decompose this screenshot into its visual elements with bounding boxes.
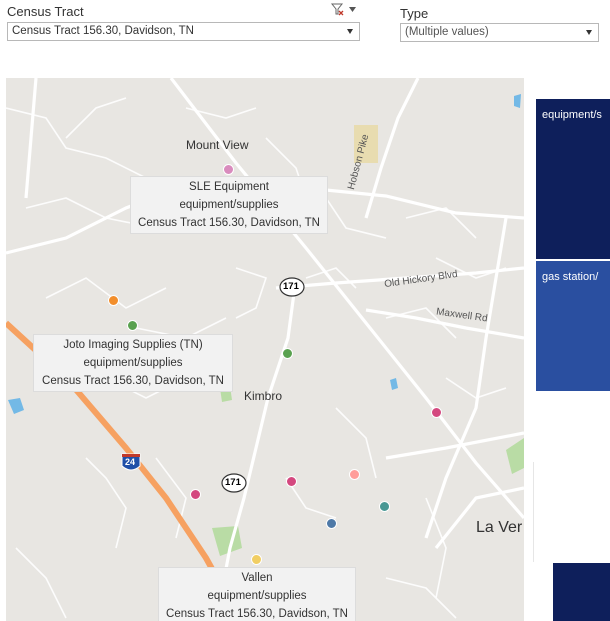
map-marker[interactable] <box>431 407 442 418</box>
map-marker[interactable] <box>190 489 201 500</box>
tooltip-type: equipment/supplies <box>83 357 183 369</box>
route-171-shield-label: 171 <box>283 281 299 292</box>
type-block-equipment[interactable]: equipment/s <box>536 99 610 259</box>
interstate-24-shield-label: 24 <box>125 457 136 467</box>
place-label-la-ver: La Ver <box>476 519 523 536</box>
road <box>424 217 508 539</box>
type-block[interactable] <box>553 563 610 621</box>
map-view[interactable]: 171 171 24 Mount View Kimbro La Ver Hobs… <box>6 78 524 621</box>
route-171-shield-label: 171 <box>225 477 241 488</box>
map-marker[interactable] <box>127 320 138 331</box>
road <box>434 486 524 549</box>
tooltip-tract: Census Tract 156.30, Davidson, TN <box>166 608 348 620</box>
map-tooltip: Joto Imaging Supplies (TN) equipment/sup… <box>33 334 233 392</box>
tooltip-tract: Census Tract 156.30, Davidson, TN <box>138 217 320 229</box>
road <box>24 78 38 199</box>
tooltip-name: Joto Imaging Supplies (TN) <box>63 339 203 351</box>
map-marker[interactable] <box>286 476 297 487</box>
map-marker[interactable] <box>326 518 337 529</box>
map-tooltip: Vallen equipment/supplies Census Tract 1… <box>158 567 356 621</box>
place-label-kimbro: Kimbro <box>244 389 283 403</box>
type-block-gas-station[interactable]: gas station/ <box>536 261 610 391</box>
census-tract-filter-label: Census Tract <box>7 4 84 19</box>
type-block-label: gas station/ <box>542 271 599 283</box>
type-value: (Multiple values) <box>405 26 489 38</box>
map-marker[interactable] <box>282 348 293 359</box>
panel-divider <box>533 462 534 562</box>
map-tooltip: SLE Equipment equipment/supplies Census … <box>130 176 328 234</box>
water-area <box>8 398 24 414</box>
type-filter-label: Type <box>400 6 429 21</box>
map-marker[interactable] <box>349 469 360 480</box>
tooltip-name: SLE Equipment <box>189 181 269 193</box>
tooltip-tract: Census Tract 156.30, Davidson, TN <box>42 375 224 387</box>
map-marker[interactable] <box>108 295 119 306</box>
tooltip-type: equipment/supplies <box>207 590 307 602</box>
chevron-down-icon <box>586 30 592 35</box>
type-dropdown[interactable]: (Multiple values) <box>400 23 599 42</box>
census-tract-dropdown[interactable]: Census Tract 156.30, Davidson, TN <box>7 22 360 41</box>
clear-filter-icon[interactable] <box>330 2 358 18</box>
place-label-mount-view: Mount View <box>186 138 249 152</box>
water-area <box>514 94 521 108</box>
water-area <box>390 378 398 390</box>
chevron-down-icon <box>347 29 353 34</box>
map-marker[interactable] <box>379 501 390 512</box>
map-marker[interactable] <box>251 554 262 565</box>
type-block-label: equipment/s <box>542 109 602 121</box>
park-area <box>212 526 242 556</box>
tooltip-type: equipment/supplies <box>179 199 279 211</box>
map-marker[interactable] <box>223 164 234 175</box>
park-area <box>506 438 524 474</box>
census-tract-value: Census Tract 156.30, Davidson, TN <box>12 25 194 37</box>
tooltip-name: Vallen <box>241 572 273 584</box>
